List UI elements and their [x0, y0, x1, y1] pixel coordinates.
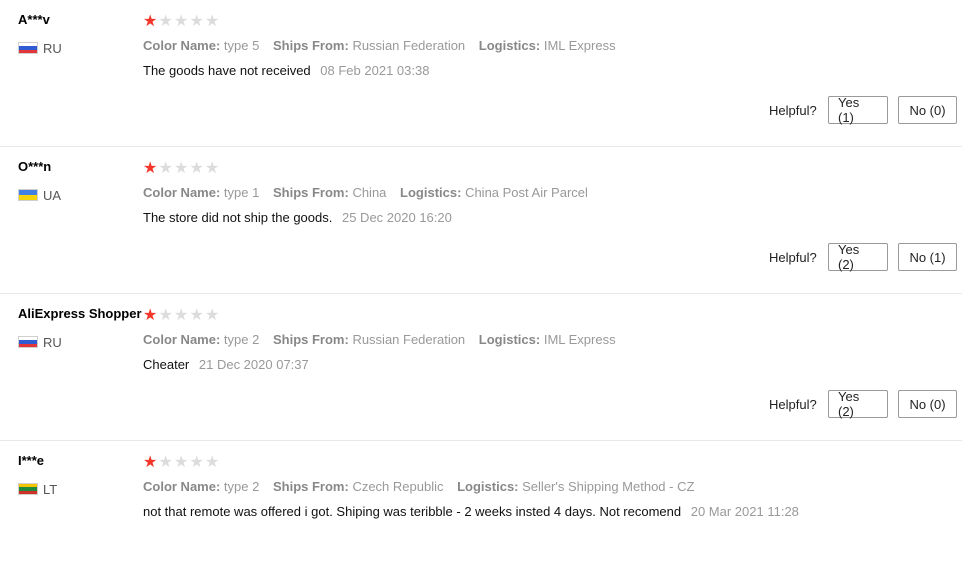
review-body: The goods have not received	[143, 63, 311, 78]
star-icon: ★	[143, 307, 158, 324]
rating-stars: ★ ★ ★ ★ ★	[143, 454, 221, 472]
review-item: O***n UA ★ ★ ★ ★ ★ Color Name: type 1 Sh…	[0, 147, 962, 294]
star-icon: ★	[205, 307, 220, 324]
star-icon: ★	[143, 454, 158, 471]
color-name-label: Color Name:	[143, 332, 221, 347]
review-date: 21 Dec 2020 07:37	[198, 357, 309, 372]
helpful-yes-button[interactable]: Yes (1)	[828, 95, 888, 125]
ua-flag-icon	[18, 189, 38, 201]
helpful-no-button[interactable]: No (0)	[898, 390, 957, 418]
logistics-label: Logistics:	[478, 38, 541, 53]
logistics-value: IML Express	[543, 332, 616, 347]
reviewer-name: AliExpress Shopper	[18, 306, 142, 321]
helpful-yes-button[interactable]: Yes (2)	[828, 242, 888, 272]
reviewer-country: RU	[18, 40, 62, 56]
rating-stars: ★ ★ ★ ★ ★	[143, 307, 221, 325]
ships-from-value: Czech Republic	[352, 479, 444, 494]
star-icon: ★	[158, 307, 173, 324]
star-icon: ★	[158, 13, 173, 30]
star-icon: ★	[143, 13, 158, 30]
country-code: LT	[43, 481, 58, 497]
reviewer-country: RU	[18, 334, 62, 350]
logistics-label: Logistics:	[457, 479, 519, 494]
review-item: I***e LT ★ ★ ★ ★ ★ Color Name: type 2 Sh…	[0, 441, 962, 588]
star-icon: ★	[174, 454, 189, 471]
reviewer-name: A***v	[18, 12, 50, 27]
star-icon: ★	[158, 454, 173, 471]
reviewer-country: UA	[18, 187, 61, 203]
review-body: not that remote was offered i got. Shipi…	[143, 504, 682, 519]
star-icon: ★	[205, 13, 220, 30]
review-date: 25 Dec 2020 16:20	[341, 210, 452, 225]
review-item: AliExpress Shopper RU ★ ★ ★ ★ ★ Color Na…	[0, 294, 962, 441]
ships-from-value: Russian Federation	[352, 38, 466, 53]
review-text: not that remote was offered i got. Shipi…	[143, 504, 799, 519]
logistics-label: Logistics:	[478, 332, 541, 347]
ships-from-value: China	[352, 185, 387, 200]
review-meta: Color Name: type 2 Ships From: Russian F…	[143, 332, 626, 347]
ships-from-label: Ships From:	[272, 479, 349, 494]
star-icon: ★	[205, 454, 220, 471]
logistics-value: Seller's Shipping Method - CZ	[522, 479, 695, 494]
star-icon: ★	[189, 454, 204, 471]
reviewer-name: I***e	[18, 453, 45, 468]
review-date: 20 Mar 2021 11:28	[690, 504, 799, 519]
review-text: Cheater 21 Dec 2020 07:37	[143, 357, 309, 372]
review-text: The store did not ship the goods. 25 Dec…	[143, 210, 452, 225]
star-icon: ★	[174, 160, 189, 177]
ru-flag-icon	[18, 42, 38, 54]
color-name-value: type 1	[223, 185, 260, 200]
review-item: A***v RU ★ ★ ★ ★ ★ Color Name: type 5 Sh…	[0, 0, 962, 147]
helpful-label: Helpful?	[769, 397, 817, 412]
helpful-no-button[interactable]: No (0)	[898, 96, 957, 124]
rating-stars: ★ ★ ★ ★ ★	[143, 160, 221, 178]
rating-stars: ★ ★ ★ ★ ★	[143, 13, 221, 31]
helpful-yes-button[interactable]: Yes (2)	[828, 389, 888, 419]
color-name-label: Color Name:	[143, 38, 221, 53]
review-date: 08 Feb 2021 03:38	[320, 63, 430, 78]
logistics-value: China Post Air Parcel	[465, 185, 588, 200]
logistics-label: Logistics:	[400, 185, 462, 200]
color-name-value: type 2	[223, 479, 260, 494]
country-code: RU	[43, 334, 62, 350]
color-name-label: Color Name:	[143, 185, 221, 200]
star-icon: ★	[158, 160, 173, 177]
logistics-value: IML Express	[543, 38, 616, 53]
star-icon: ★	[189, 13, 204, 30]
ships-from-label: Ships From:	[272, 332, 349, 347]
color-name-value: type 5	[223, 38, 260, 53]
review-body: The store did not ship the goods.	[143, 210, 333, 225]
reviewer-country: LT	[18, 481, 57, 497]
helpful-no-button[interactable]: No (1)	[898, 243, 957, 271]
ships-from-label: Ships From:	[272, 185, 349, 200]
star-icon: ★	[143, 160, 158, 177]
reviewer-name: O***n	[18, 159, 52, 174]
lt-flag-icon	[18, 483, 38, 495]
star-icon: ★	[174, 13, 189, 30]
star-icon: ★	[174, 307, 189, 324]
helpful-label: Helpful?	[769, 250, 817, 265]
review-body: Cheater	[143, 357, 190, 372]
star-icon: ★	[189, 307, 204, 324]
review-meta: Color Name: type 2 Ships From: Czech Rep…	[143, 479, 704, 494]
country-code: UA	[43, 187, 62, 203]
star-icon: ★	[205, 160, 220, 177]
ships-from-label: Ships From:	[272, 38, 349, 53]
review-meta: Color Name: type 5 Ships From: Russian F…	[143, 38, 626, 53]
color-name-value: type 2	[223, 332, 260, 347]
star-icon: ★	[189, 160, 204, 177]
ships-from-value: Russian Federation	[352, 332, 466, 347]
helpful-label: Helpful?	[769, 103, 817, 118]
review-text: The goods have not received 08 Feb 2021 …	[143, 63, 429, 78]
country-code: RU	[43, 40, 62, 56]
color-name-label: Color Name:	[143, 479, 221, 494]
review-meta: Color Name: type 1 Ships From: China Log…	[143, 185, 598, 200]
ru-flag-icon	[18, 336, 38, 348]
